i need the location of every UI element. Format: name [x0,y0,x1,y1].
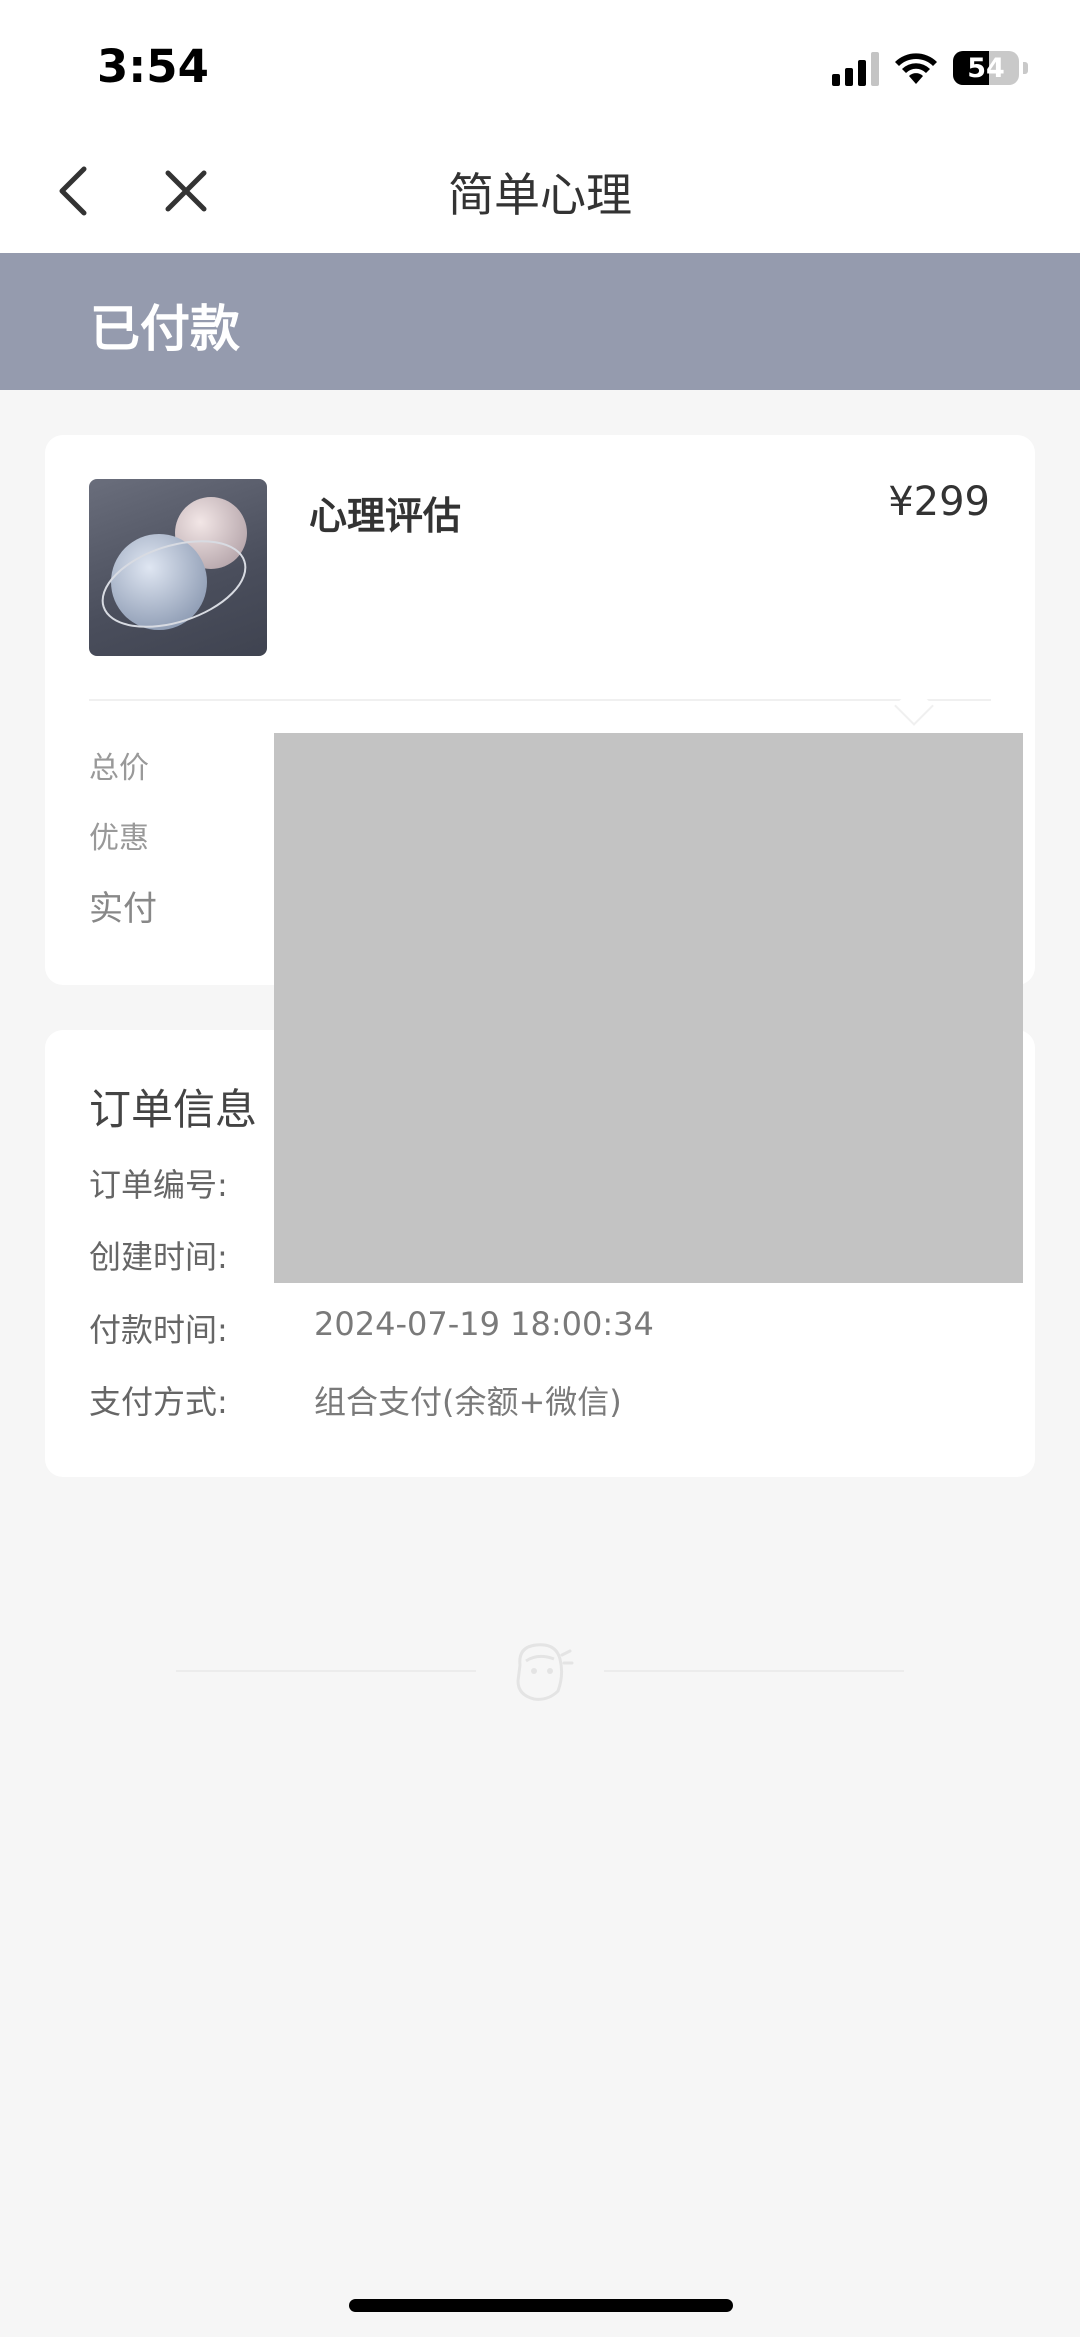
brand-mascot-icon [516,1643,574,1701]
footer-divider-left [176,1670,476,1672]
paid-amount-label: 实付 [89,889,157,929]
payment-method-label: 支付方式: [89,1383,228,1421]
redacted-area [274,733,1023,1283]
home-indicator[interactable] [349,2299,733,2312]
order-info-title: 订单信息 [89,1085,258,1134]
payment-method-value: 组合支付(余额+微信) [314,1383,622,1421]
status-bar: 3:54 54 [0,0,1080,135]
order-status-banner: 已付款 [0,253,1080,390]
status-icons: 54 [832,48,1028,88]
wifi-icon [895,53,937,84]
page-title: 简单心理 [448,168,632,222]
discount-label: 优惠 [89,821,149,856]
product-price: ¥299 [888,479,990,525]
payment-time-value: 2024-07-19 18:00:34 [314,1305,654,1343]
total-price-label: 总价 [89,751,149,786]
battery-tip [1023,62,1028,74]
product-thumbnail [89,479,267,656]
cellular-signal-icon [832,50,879,86]
nav-bar: 简单心理 [0,135,1080,253]
order-number-label: 订单编号: [89,1166,228,1204]
battery-percent: 54 [967,52,1005,84]
divider [89,699,991,701]
battery-icon: 54 [953,51,1019,85]
order-status-text: 已付款 [90,300,240,358]
status-time: 3:54 [97,40,209,93]
footer-divider-right [604,1670,904,1672]
created-time-label: 创建时间: [89,1238,228,1276]
payment-time-label: 付款时间: [89,1311,228,1349]
product-name: 心理评估 [309,494,462,538]
divider-notch [894,686,934,726]
